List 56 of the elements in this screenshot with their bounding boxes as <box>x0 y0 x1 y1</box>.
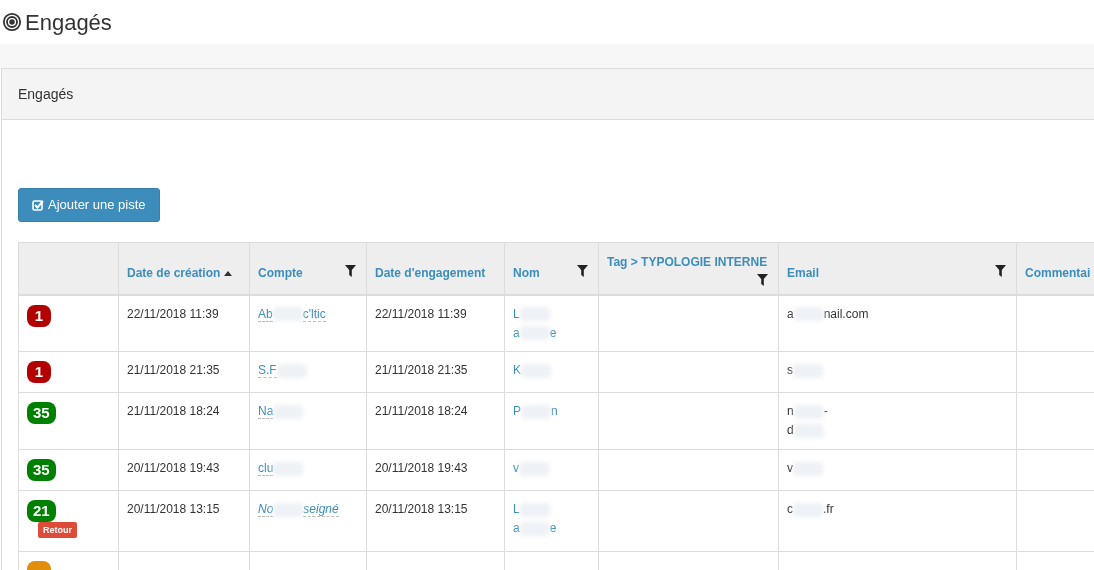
email-text: s <box>787 363 793 377</box>
page-title: Engagés <box>25 8 112 37</box>
table-cell: 22/11/2018 11:39 <box>118 294 250 352</box>
count-badge: 35 <box>27 459 56 481</box>
column-header[interactable]: Tag > TYPOLOGIE INTERNE <box>607 255 768 269</box>
count-badge: 1 <box>27 304 51 327</box>
name-link[interactable]: v <box>513 461 519 475</box>
email-text: v <box>787 461 793 475</box>
table-cell: 20/11/2018 19:43 <box>366 449 505 491</box>
name-link[interactable]: L <box>513 306 520 321</box>
table-cell: 22/11/2018 11:39 <box>366 294 505 352</box>
count-badge: 21 <box>27 500 56 522</box>
name-link[interactable]: K <box>513 363 521 377</box>
column-header[interactable]: Email <box>787 265 819 280</box>
column-header[interactable]: Date d'engagement <box>366 242 505 295</box>
email-text: a <box>787 306 794 321</box>
checkbox-icon <box>32 199 44 211</box>
name-link[interactable]: a <box>513 521 520 535</box>
table-cell: 21/11/2018 18:24 <box>118 392 250 450</box>
table-cell: 21/11/2018 21:35 <box>118 351 250 393</box>
name-link[interactable]: e <box>549 325 557 340</box>
count-badge: 35 <box>27 402 56 424</box>
sort-up-icon[interactable] <box>224 270 233 276</box>
account-link[interactable]: S.F <box>258 363 277 378</box>
column-header[interactable]: Commentai <box>1016 242 1094 295</box>
status-label: Retour <box>38 522 77 538</box>
email-text: .fr <box>823 502 834 516</box>
name-link[interactable]: a <box>513 325 520 340</box>
email-text: n <box>787 404 794 418</box>
column-header[interactable]: Date de création <box>118 242 250 295</box>
account-link[interactable]: seigné <box>303 502 339 517</box>
add-lead-button[interactable]: Ajouter une piste <box>18 188 160 222</box>
name-link[interactable]: L <box>513 502 520 516</box>
panel-title: Engagés <box>18 84 74 104</box>
table-cell: 20/11/2018 19:43 <box>118 449 250 491</box>
count-badge: 1 <box>27 361 51 383</box>
email-text: nail.com <box>823 306 869 321</box>
filter-icon[interactable] <box>757 273 768 286</box>
target-icon <box>2 12 22 32</box>
table-cell: 20/11/2018 13:15 <box>118 490 250 552</box>
email-text: - <box>823 404 828 418</box>
name-link[interactable]: P <box>513 404 521 418</box>
email-text: d <box>787 423 794 437</box>
filter-icon[interactable] <box>995 265 1006 277</box>
table-cell: 21/11/2018 18:24 <box>366 392 505 450</box>
email-text: c <box>787 502 793 516</box>
filter-icon[interactable] <box>577 265 588 277</box>
filter-icon[interactable] <box>345 265 356 277</box>
table-cell: 21/11/2018 21:35 <box>366 351 505 393</box>
name-link[interactable]: e <box>549 521 557 535</box>
table-cell: 20/11/2018 13:15 <box>366 490 505 552</box>
account-link[interactable]: Ab <box>258 306 273 322</box>
account-link[interactable]: c'ltic <box>302 306 326 322</box>
name-link[interactable]: n <box>551 404 558 418</box>
column-header[interactable]: Nom <box>513 265 540 280</box>
column-header[interactable]: Compte <box>258 265 303 280</box>
